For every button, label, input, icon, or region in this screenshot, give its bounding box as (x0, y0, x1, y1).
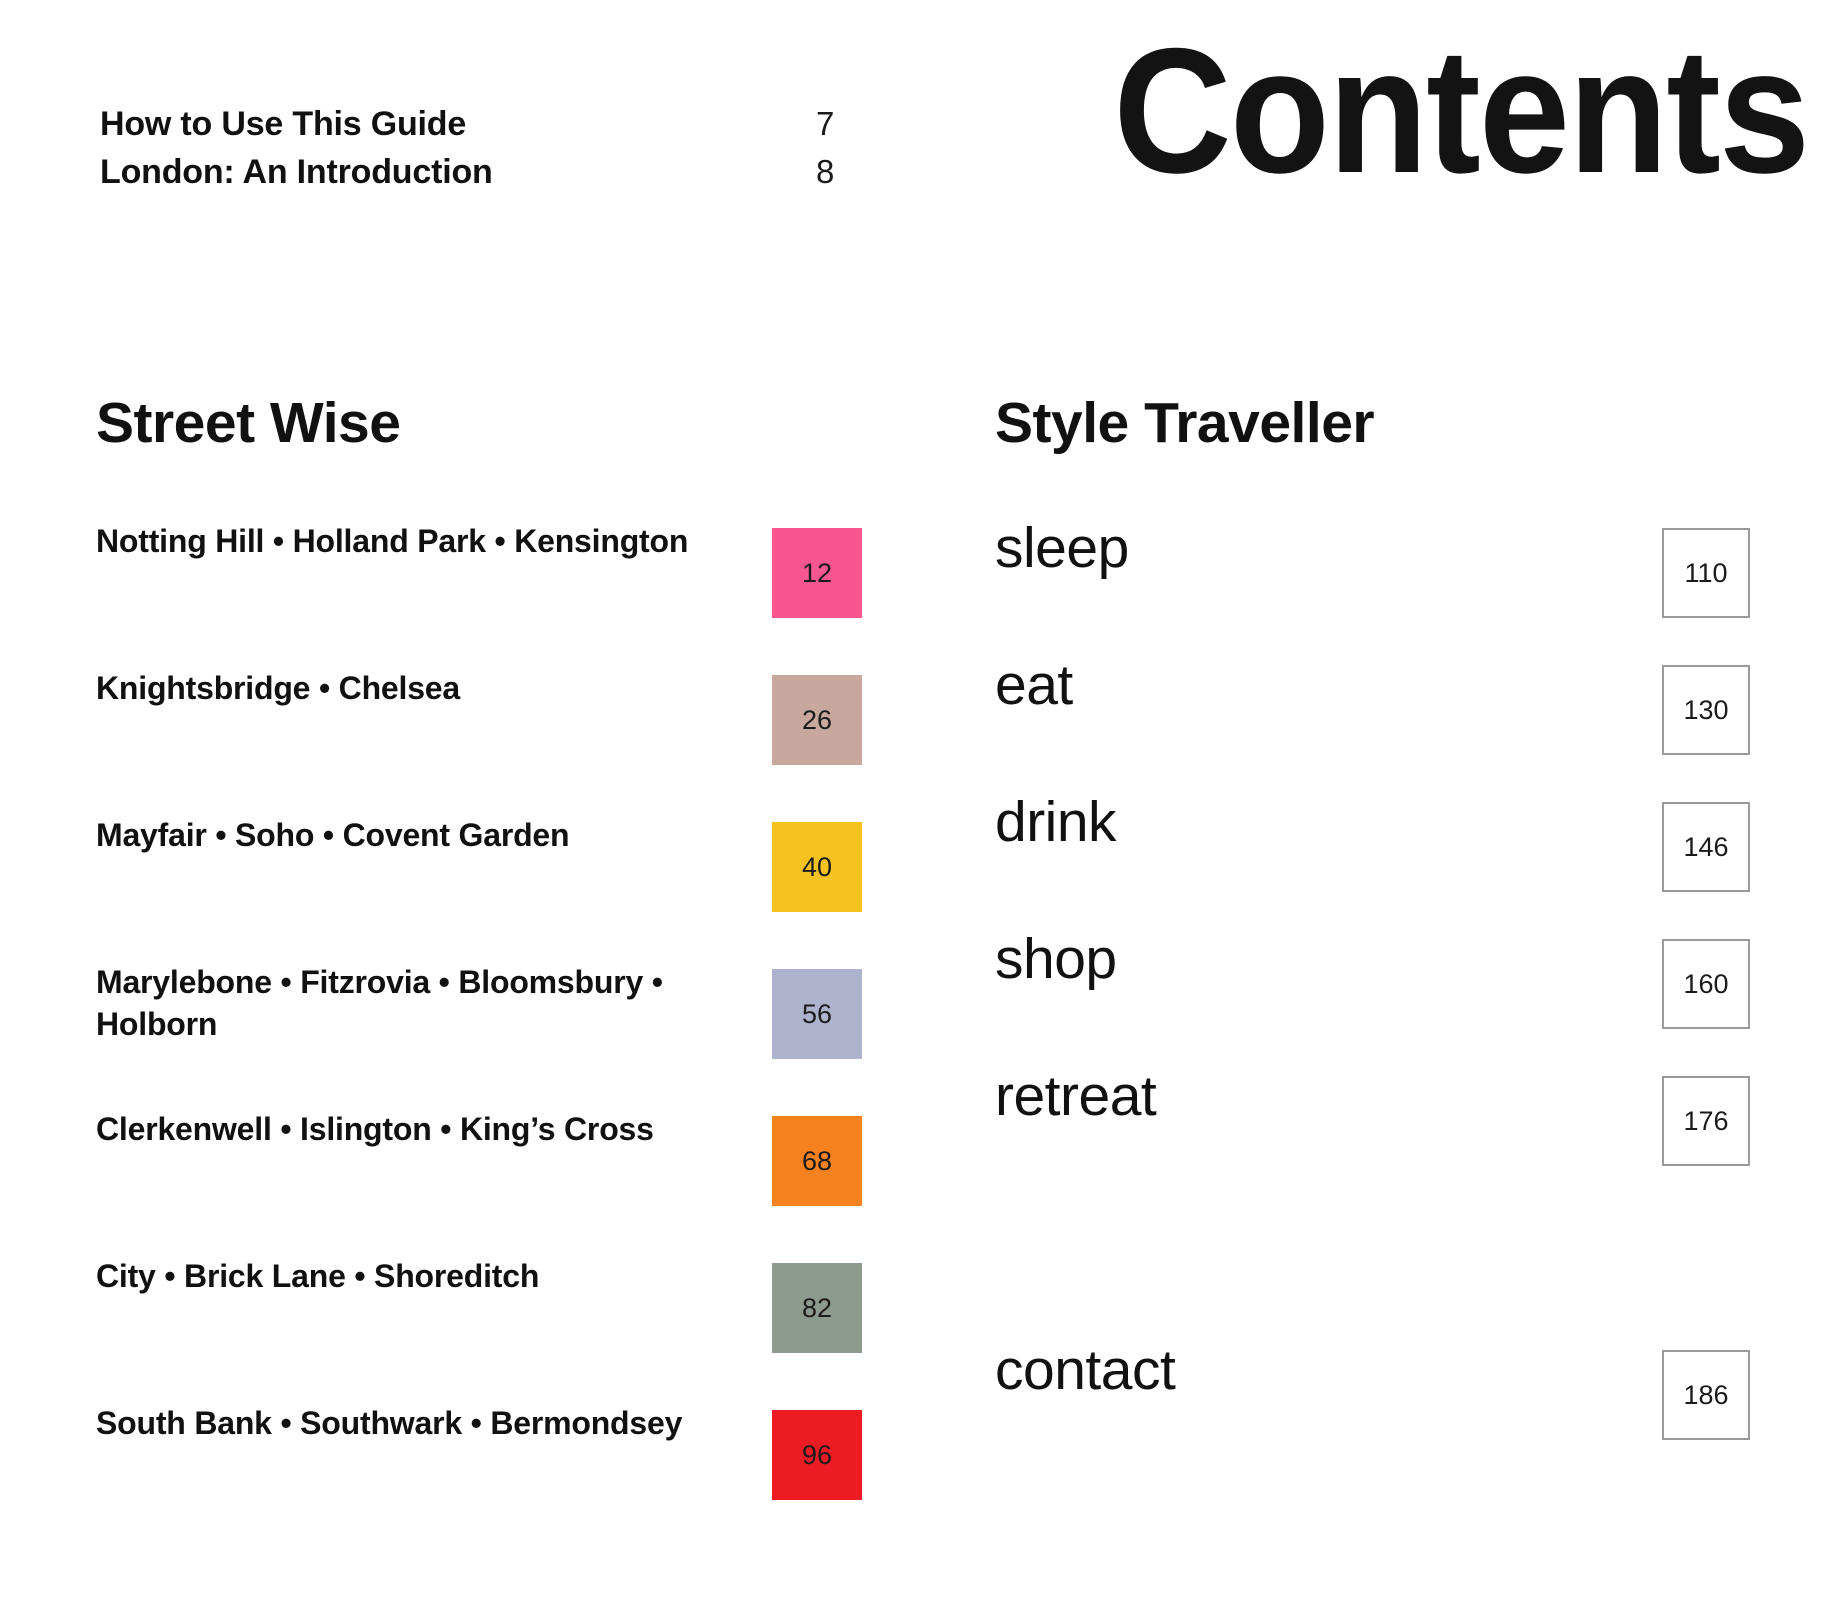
street-wise-label: Knightsbridge • Chelsea (96, 670, 460, 706)
street-wise-page-swatch[interactable]: 82 (772, 1263, 862, 1353)
style-traveller-label: drink (995, 790, 1117, 854)
style-traveller-row[interactable]: contact 186 (995, 1342, 1755, 1479)
frontmatter-label: London: An Introduction (100, 153, 493, 191)
street-wise-list: Notting Hill • Holland Park • Kensington… (96, 520, 886, 1549)
street-wise-row[interactable]: Notting Hill • Holland Park • Kensington… (96, 520, 886, 667)
street-wise-page-swatch[interactable]: 26 (772, 675, 862, 765)
style-traveller-row[interactable]: sleep 110 (995, 520, 1755, 657)
street-wise-row[interactable]: Knightsbridge • Chelsea 26 (96, 667, 886, 814)
style-traveller-label: eat (995, 653, 1073, 717)
street-wise-page-swatch[interactable]: 40 (772, 822, 862, 912)
street-wise-row[interactable]: Clerkenwell • Islington • King’s Cross 6… (96, 1108, 886, 1255)
style-traveller-label: retreat (995, 1064, 1157, 1128)
page-title: Contents (1113, 11, 1810, 210)
style-traveller-row[interactable]: drink 146 (995, 794, 1755, 931)
frontmatter-page-number: 7 (816, 105, 835, 142)
section-heading-street-wise: Street Wise (96, 391, 401, 455)
style-traveller-row[interactable]: shop 160 (995, 931, 1755, 1068)
street-wise-page-swatch[interactable]: 96 (772, 1410, 862, 1500)
frontmatter-list: How to Use This Guide 7 London: An Intro… (100, 105, 860, 201)
street-wise-label: Marylebone • Fitzrovia • Bloomsbury • Ho… (96, 964, 663, 1043)
style-traveller-list: sleep 110 eat 130 drink 146 shop 160 ret… (995, 520, 1755, 1479)
street-wise-row[interactable]: City • Brick Lane • Shoreditch 82 (96, 1255, 886, 1402)
style-traveller-label: contact (995, 1338, 1176, 1402)
street-wise-page-swatch[interactable]: 56 (772, 969, 862, 1059)
frontmatter-page-number: 8 (816, 153, 835, 190)
street-wise-row[interactable]: Marylebone • Fitzrovia • Bloomsbury • Ho… (96, 961, 886, 1108)
style-traveller-page-box[interactable]: 146 (1662, 802, 1750, 892)
section-heading-style-traveller: Style Traveller (995, 391, 1375, 455)
street-wise-label: Notting Hill • Holland Park • Kensington (96, 523, 689, 559)
style-traveller-label: sleep (995, 516, 1129, 580)
style-traveller-page-box[interactable]: 160 (1662, 939, 1750, 1029)
street-wise-page-swatch[interactable]: 12 (772, 528, 862, 618)
frontmatter-row[interactable]: London: An Introduction 8 (100, 153, 860, 201)
frontmatter-row[interactable]: How to Use This Guide 7 (100, 105, 860, 153)
street-wise-row[interactable]: Mayfair • Soho • Covent Garden 40 (96, 814, 886, 961)
frontmatter-label: How to Use This Guide (100, 105, 467, 143)
street-wise-page-swatch[interactable]: 68 (772, 1116, 862, 1206)
street-wise-row[interactable]: South Bank • Southwark • Bermondsey 96 (96, 1402, 886, 1549)
style-traveller-page-box[interactable]: 130 (1662, 665, 1750, 755)
street-wise-label: Mayfair • Soho • Covent Garden (96, 817, 570, 853)
style-traveller-page-box[interactable]: 110 (1662, 528, 1750, 618)
style-traveller-spacer-row (995, 1205, 1755, 1342)
street-wise-label: Clerkenwell • Islington • King’s Cross (96, 1111, 654, 1147)
style-traveller-page-box[interactable]: 176 (1662, 1076, 1750, 1166)
style-traveller-row[interactable]: retreat 176 (995, 1068, 1755, 1205)
street-wise-label: South Bank • Southwark • Bermondsey (96, 1405, 683, 1441)
style-traveller-row[interactable]: eat 130 (995, 657, 1755, 794)
style-traveller-label: shop (995, 927, 1117, 991)
street-wise-label: City • Brick Lane • Shoreditch (96, 1258, 540, 1294)
style-traveller-page-box[interactable]: 186 (1662, 1350, 1750, 1440)
